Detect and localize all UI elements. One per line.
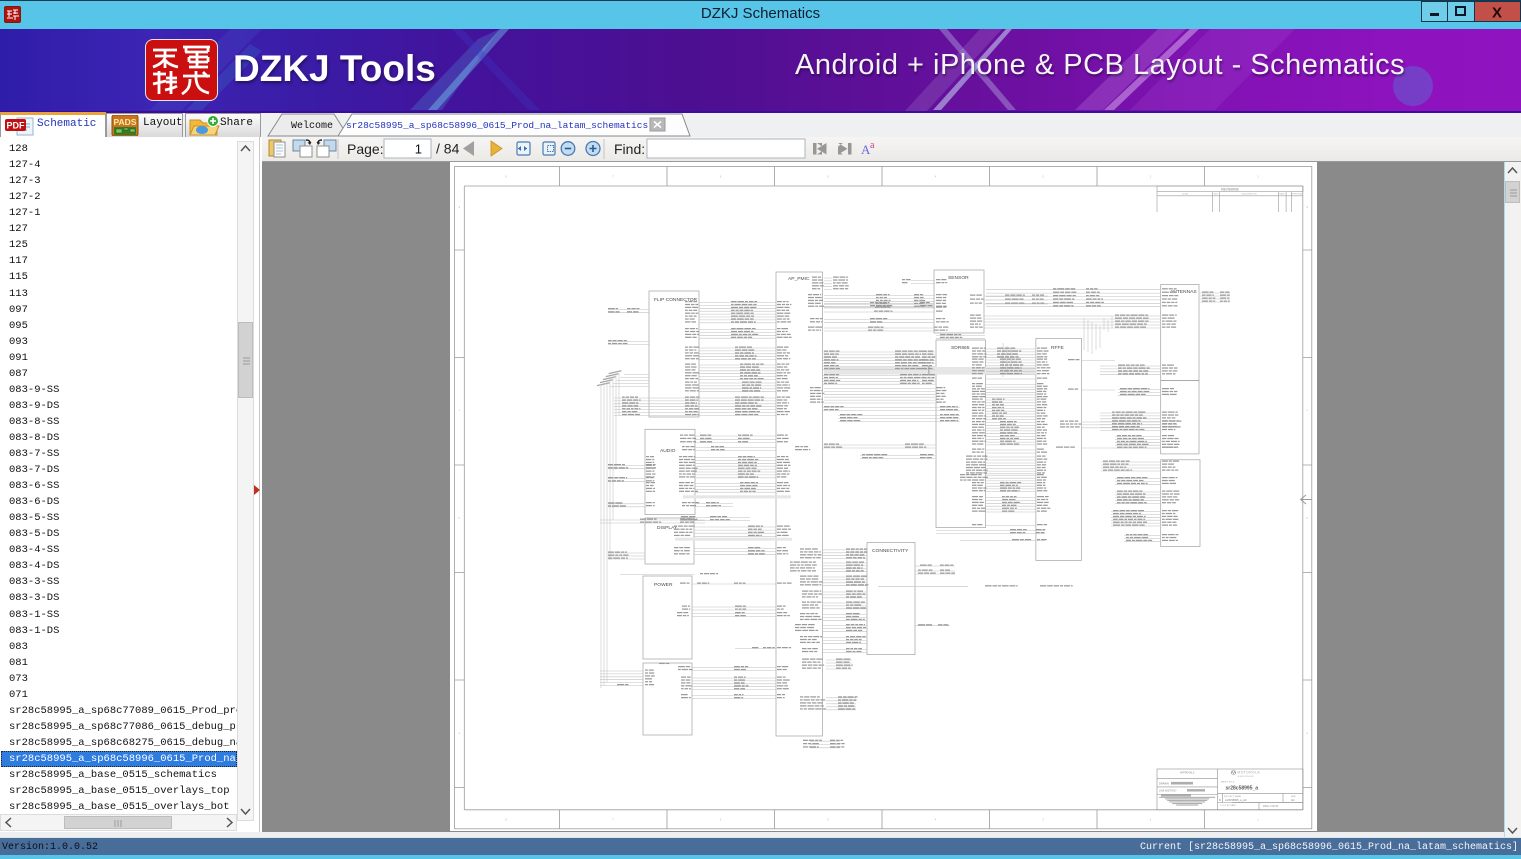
svg-text:DRAWN: DRAWN <box>1159 782 1169 786</box>
svg-text:SDR865: SDR865 <box>951 345 970 351</box>
svg-text:AUDIO: AUDIO <box>660 448 676 454</box>
svg-text:R: R <box>1219 798 1221 802</box>
svg-text:FLIP CONNECTOR: FLIP CONNECTOR <box>654 297 697 303</box>
svg-text:SIZE: SIZE <box>1291 796 1296 798</box>
svg-text:a: a <box>1307 732 1309 735</box>
svg-text:MOBILE DEVICES: MOBILE DEVICES <box>1238 776 1255 778</box>
svg-text:c: c <box>459 409 461 412</box>
svg-text:REV: REV <box>1214 194 1219 196</box>
svg-text:sr28c58995_a_sch: sr28c58995_a_sch <box>1225 798 1247 802</box>
svg-text:SHEET TITLE: SHEET TITLE <box>1221 782 1235 784</box>
svg-text:Welcome: Welcome <box>291 120 333 132</box>
svg-text:3: 3 <box>1042 175 1044 179</box>
svg-text:DESCRIPTION: DESCRIPTION <box>1242 194 1257 196</box>
svg-text:MOTOROLA: MOTOROLA <box>1238 771 1261 775</box>
svg-text:DWG 1 OF 84: DWG 1 OF 84 <box>1263 805 1279 808</box>
svg-text:X: X <box>1492 5 1502 22</box>
svg-text:c: c <box>1307 409 1309 412</box>
svg-text:1: 1 <box>1257 175 1259 179</box>
svg-text:8: 8 <box>505 818 507 822</box>
svg-text:7: 7 <box>612 175 614 179</box>
svg-text:PROJECT NAME: PROJECT NAME <box>1224 795 1242 798</box>
svg-text:REVISIONS: REVISIONS <box>1221 187 1238 191</box>
svg-text:2: 2 <box>1150 818 1152 822</box>
svg-text:POWER: POWER <box>654 582 673 588</box>
svg-text:b: b <box>1307 516 1309 520</box>
svg-text:Page:: Page: <box>347 141 384 157</box>
svg-text:Find:: Find: <box>614 141 645 157</box>
svg-text:4: 4 <box>935 175 937 179</box>
svg-text:DATE: DATE <box>1279 193 1285 196</box>
svg-text:APPROVALS: APPROVALS <box>1180 772 1195 775</box>
svg-text:a: a <box>870 140 875 151</box>
svg-text:6: 6 <box>720 175 722 179</box>
svg-text:4: 4 <box>935 818 937 822</box>
svg-text:d: d <box>1307 205 1309 209</box>
svg-text:ZONE: ZONE <box>1182 194 1189 196</box>
svg-text:PADS: PADS <box>114 117 137 127</box>
svg-text:3: 3 <box>1042 818 1044 822</box>
svg-text:5: 5 <box>827 818 829 822</box>
svg-text:7: 7 <box>612 818 614 822</box>
svg-text:1: 1 <box>415 142 422 157</box>
svg-text:LINE WIDTH BY: LINE WIDTH BY <box>1159 790 1177 793</box>
svg-text:8: 8 <box>505 175 507 179</box>
svg-text:6: 6 <box>720 818 722 822</box>
svg-text:2: 2 <box>1150 175 1152 179</box>
svg-text:5: 5 <box>827 175 829 179</box>
svg-text:a: a <box>459 732 461 735</box>
svg-text:E1: E1 <box>1292 798 1296 802</box>
svg-text:d: d <box>459 205 461 209</box>
svg-text:AP_PMIC: AP_PMIC <box>788 276 810 282</box>
svg-text:PDF: PDF <box>7 121 26 131</box>
svg-text:1: 1 <box>1257 818 1259 822</box>
svg-text:sr28c58995_a: sr28c58995_a <box>1226 786 1259 792</box>
svg-text:CONNECTIVITY: CONNECTIVITY <box>872 548 909 554</box>
svg-text:/ 84: / 84 <box>436 141 460 157</box>
svg-text:sr28c58995_a_sp68c58996_0615_P: sr28c58995_a_sp68c58996_0615_Prod_na_lat… <box>346 120 648 131</box>
svg-text:APPROVED: APPROVED <box>1291 193 1304 196</box>
svg-text:PLOT BY DATE: PLOT BY DATE <box>1221 804 1237 807</box>
svg-text:b: b <box>459 516 461 520</box>
svg-text:RFFE: RFFE <box>1051 345 1065 351</box>
svg-text:SENSOR: SENSOR <box>948 275 969 281</box>
